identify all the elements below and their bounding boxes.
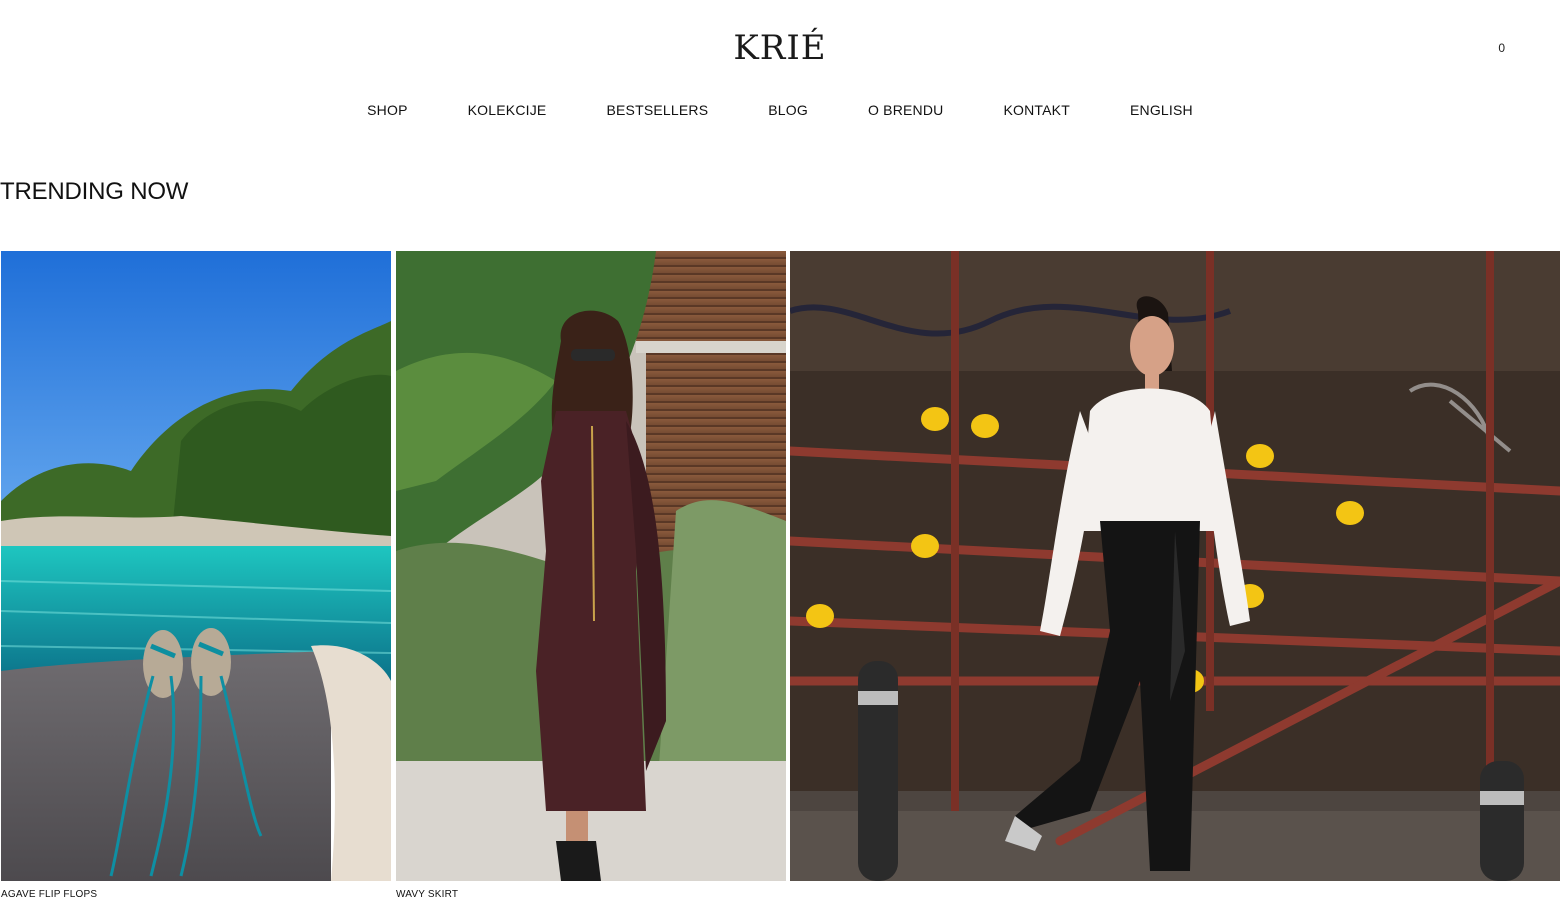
burgundy-dress-photo	[396, 251, 786, 881]
nav-item-shop[interactable]: SHOP	[367, 102, 407, 118]
product-image[interactable]	[790, 251, 1560, 881]
nav-item-kontakt[interactable]: KONTAKT	[1003, 102, 1069, 118]
flip-flops-photo	[1, 251, 391, 881]
nav-item-kolekcije[interactable]: KOLEKCIJE	[468, 102, 547, 118]
nav-item-english[interactable]: ENGLISH	[1130, 102, 1193, 118]
cart-count[interactable]: 0	[1498, 41, 1505, 55]
site-header: KRIÉ 0 SHOP KOLEKCIJE BESTSELLERS BLOG O…	[0, 0, 1560, 150]
product-name[interactable]: WAVY SKIRT	[396, 889, 458, 900]
product-grid: AGAVE FLIP FLOPS WAVY SKIRT	[0, 251, 1560, 900]
main-nav: SHOP KOLEKCIJE BESTSELLERS BLOG O BRENDU…	[0, 102, 1560, 118]
brand-logo[interactable]: KRIÉ	[0, 28, 1560, 68]
product-image[interactable]	[1, 251, 391, 881]
street-look-photo	[790, 251, 1560, 881]
nav-item-blog[interactable]: BLOG	[768, 102, 808, 118]
product-name[interactable]: AGAVE FLIP FLOPS	[1, 889, 97, 900]
nav-item-o-brendu[interactable]: O BRENDU	[868, 102, 944, 118]
section-title: TRENDING NOW	[0, 178, 189, 205]
nav-item-bestsellers[interactable]: BESTSELLERS	[606, 102, 708, 118]
product-image[interactable]	[396, 251, 786, 881]
